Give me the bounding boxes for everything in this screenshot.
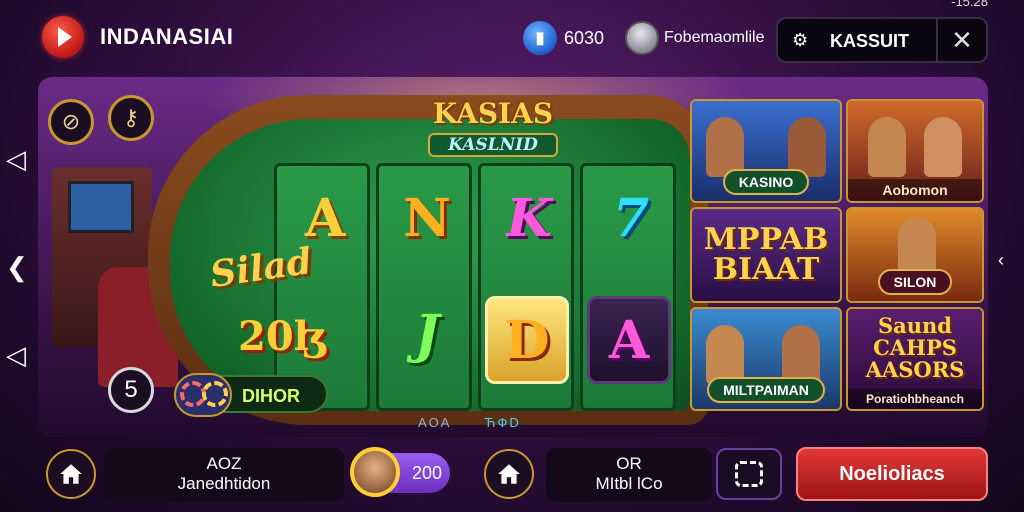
nav-back-arrow-icon[interactable]: ❮ [6, 252, 28, 283]
home-icon [498, 464, 520, 484]
left-panel-line2: Janedhtidon [177, 474, 271, 493]
credit-value: 200 [411, 462, 443, 483]
user-avatar-icon[interactable] [625, 21, 659, 55]
reel-2[interactable]: N J [376, 163, 472, 411]
nav-right-arrow-icon[interactable]: ‹ [998, 250, 1004, 271]
footer-left-text: AOA [418, 415, 451, 430]
gear-icon: ⚙ [792, 30, 809, 50]
home-icon [60, 464, 82, 484]
play-logo-icon[interactable] [42, 16, 84, 58]
table-footer-text: AOA ЋФD [418, 415, 528, 430]
game-title: KASIAS [432, 97, 554, 130]
account-label: KASSUIT [830, 31, 910, 51]
reel-symbol: 7 [612, 188, 650, 249]
reel-symbol: J [414, 304, 440, 365]
coin-balance: 6030 [564, 28, 605, 48]
app-title: INDANASIAI [100, 24, 234, 49]
game-tile-mppab-biaat[interactable]: MPPAB BIAAT [690, 207, 842, 303]
menu-button[interactable] [716, 448, 782, 500]
game-tile-aobomon[interactable]: Aobomon [846, 99, 984, 203]
music-off-icon: ⊘ [61, 109, 81, 134]
arcade-screen [68, 181, 134, 233]
tile-label: MPPAB BIAAT [703, 222, 829, 287]
user-name: Fobemaomlile [664, 29, 765, 46]
footer-right-text: ЋФD [484, 415, 521, 430]
reel-1[interactable]: A [274, 163, 370, 411]
reel-symbol: D [504, 309, 550, 371]
bonus-button[interactable]: DIHOR [174, 373, 328, 417]
tile-subtitle: Poratiohbheanch [848, 389, 982, 409]
key-icon: ⚷ [122, 105, 140, 130]
tile-label: MILTPAIMAN [692, 377, 840, 403]
game-tile-kasino[interactable]: KASINO [690, 99, 842, 203]
music-off-button[interactable]: ⊘ [48, 99, 94, 145]
reel-symbol: A [608, 309, 650, 371]
tile-label: SILON [848, 269, 982, 295]
status-clock: -15.28 [951, 0, 988, 9]
close-button[interactable]: ✕ [936, 19, 986, 61]
nav-left-arrow-icon-2[interactable]: ◁ [6, 340, 26, 371]
game-subtitle: KASLNID [428, 133, 558, 157]
reel-symbol: K [506, 188, 552, 249]
game-stage: ⊘ ⚷ KASIAS KASLNID A N J K D 7 A Silad 2… [38, 77, 988, 437]
home-button-2[interactable] [484, 449, 534, 499]
game-tile-miltpaiman[interactable]: MILTPAIMAN [690, 307, 842, 411]
reel-symbol: A [304, 188, 346, 249]
tile-label: Aobomon [848, 179, 982, 201]
left-panel-line1: AOZ [206, 454, 242, 473]
game-tile-saund-cahps[interactable]: Saund CAHPS AASORS Poratiohbheanch [846, 307, 984, 411]
menu-icon [735, 461, 763, 487]
reel-3[interactable]: K D [478, 163, 574, 411]
chips-icon [174, 373, 232, 417]
tile-title: Saund CAHPS AASORS [865, 313, 965, 382]
player-avatar[interactable] [350, 447, 400, 497]
reel-4[interactable]: 7 A [580, 163, 676, 411]
left-info-panel: AOZ Janedhtidon [104, 448, 344, 502]
reel-symbol: N [403, 188, 451, 249]
top-bar: INDANASIAI -15.28 ▮ 6030 Fobemaomlile ⚙ … [0, 0, 1024, 76]
jackpot-number: 20ɮ [238, 313, 326, 360]
game-tile-grid: KASINO Aobomon MPPAB BIAAT SILON MILTPAI… [690, 99, 986, 411]
close-icon: ✕ [951, 24, 973, 55]
bottom-bar: AOZ Janedhtidon 200 OR MItbl lCo Noeliol… [0, 442, 1024, 512]
cta-button[interactable]: Noelioliacs [796, 447, 988, 501]
right-panel-line1: OR [616, 454, 642, 473]
account-button[interactable]: ⚙ KASSUIT ✕ [776, 17, 988, 63]
right-info-panel: OR MItbl lCo [546, 448, 712, 502]
tile-label: KASINO [692, 169, 840, 195]
game-tile-silon[interactable]: SILON [846, 207, 984, 303]
nav-left-arrow-icon[interactable]: ◁ [6, 144, 26, 175]
home-button[interactable] [46, 449, 96, 499]
reel-symbol-tile: A [587, 296, 671, 384]
key-button[interactable]: ⚷ [108, 95, 154, 141]
level-badge[interactable]: 5 [108, 367, 154, 413]
coin-icon[interactable]: ▮ [523, 21, 557, 55]
right-panel-line2: MItbl lCo [595, 474, 663, 493]
bonus-label: DIHOR [242, 386, 300, 406]
reel-symbol-tile: D [485, 296, 569, 384]
